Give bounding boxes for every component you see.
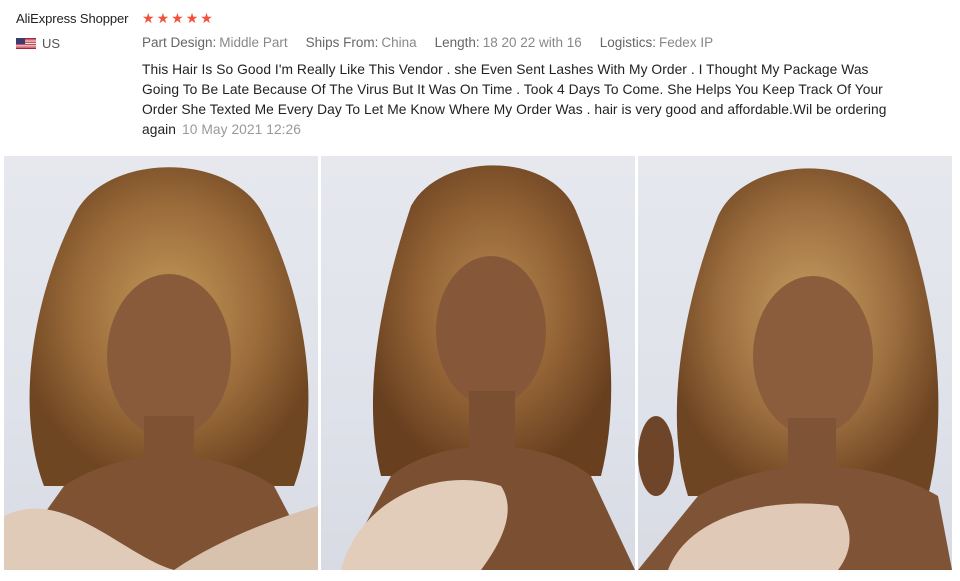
attribute-label: Length: (434, 35, 480, 50)
attribute-value: 18 20 22 with 16 (482, 35, 582, 50)
attribute-value: Fedex IP (659, 35, 714, 50)
review-attributes: Part Design: Middle Part Ships From: China… (142, 35, 731, 50)
reviewer-country: US (16, 36, 60, 51)
review-photo-1[interactable] (4, 156, 318, 570)
us-flag-icon (16, 38, 36, 49)
star-icon: ★ (142, 10, 155, 26)
star-icon: ★ (185, 10, 199, 26)
photo-placeholder (638, 168, 952, 570)
star-icon: ★ (156, 10, 170, 26)
star-icon: ★ (200, 10, 213, 26)
attribute-part-design: Part Design: Middle Part (142, 35, 288, 50)
attribute-value: Middle Part (219, 35, 288, 50)
country-code: US (42, 36, 61, 51)
review-photo-2[interactable] (321, 156, 635, 570)
attribute-value: China (381, 35, 417, 50)
attribute-label: Part Design: (142, 35, 217, 50)
photo-placeholder (341, 165, 635, 570)
star-icon: ★ (171, 10, 184, 26)
reviewer-name: AliExpress Shopper (16, 11, 129, 26)
photo-placeholder (4, 167, 318, 570)
attribute-length: Length: 18 20 22 with 16 (435, 35, 582, 50)
review-photos (4, 156, 952, 570)
attribute-label: Ships From: (305, 35, 379, 50)
attribute-ships-from: Ships From: China (306, 35, 417, 50)
review-text: This Hair Is So Good I'm Really Like Thi… (142, 60, 892, 140)
attribute-logistics: Logistics: Fedex IP (600, 35, 713, 50)
review-photo-3[interactable] (638, 156, 952, 570)
attribute-label: Logistics: (599, 35, 657, 50)
review-date: 10 May 2021 12:26 (182, 122, 301, 137)
rating-stars: ★ ★ ★ ★ ★ (142, 10, 213, 26)
